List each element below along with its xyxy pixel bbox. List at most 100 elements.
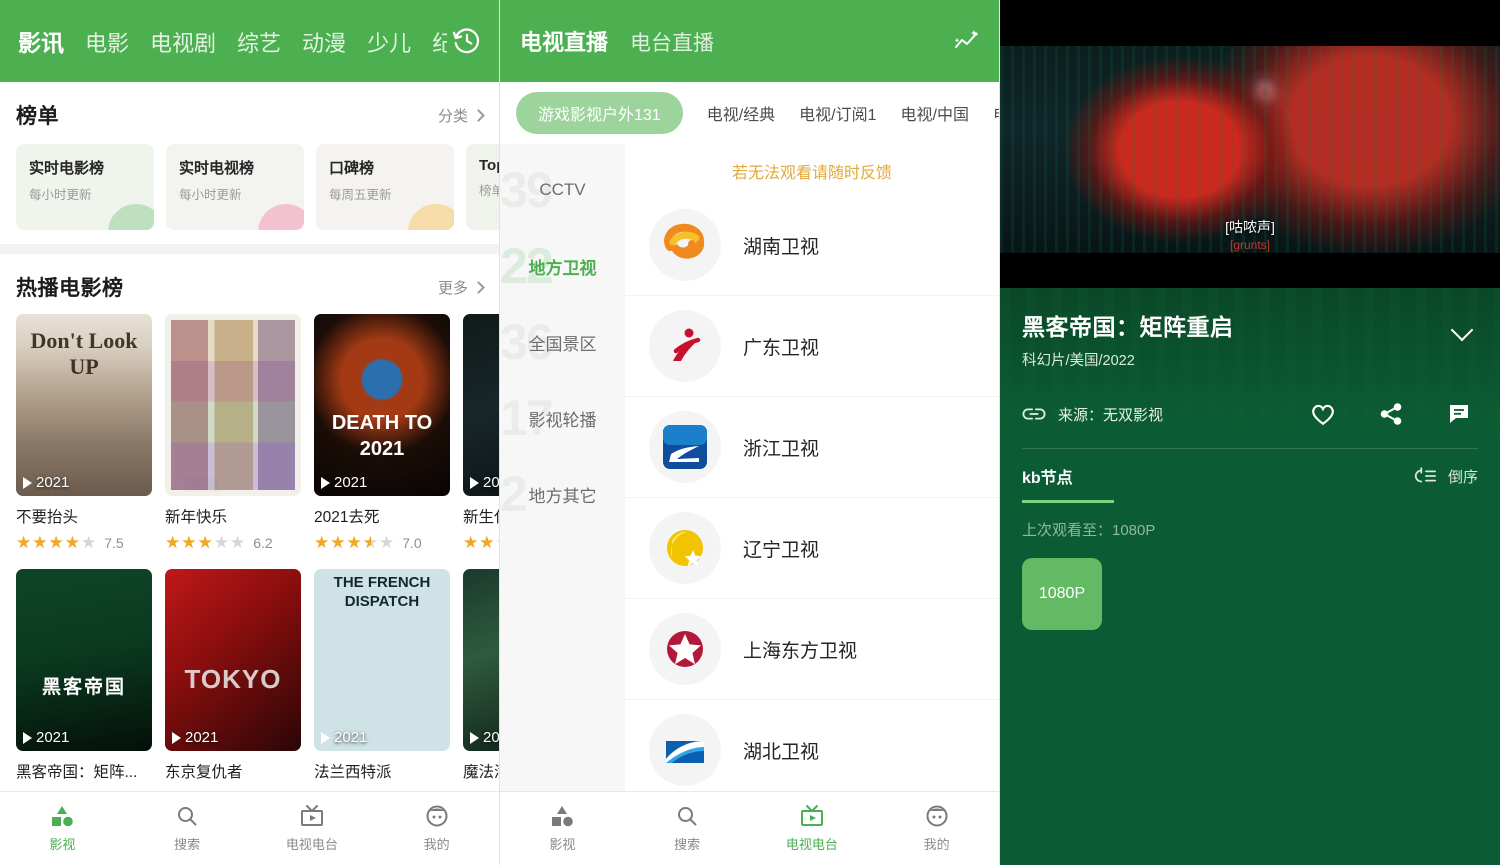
category-item-scenic[interactable]: 36 全国景区 [500,304,625,380]
movie-card[interactable]: 2021 新年快乐 ★★★★★★★★★★ 6.2 [165,314,301,551]
video-surface[interactable]: [咕哝声] [grunts] [1000,0,1500,288]
chip-tv-classic[interactable]: 电视/经典 [707,101,775,125]
category-label: 地方其它 [528,486,597,506]
tabbar-label: 搜索 [174,837,201,852]
rank-section-head: 榜单 分类 [0,100,499,130]
node-tab[interactable]: kb节点 [1022,464,1073,488]
movie-year: 2021 [483,474,499,491]
rank-card-title: 实时电影榜 [29,160,105,177]
player-meta: 科幻片/美国/2022 [1022,353,1135,369]
movie-card[interactable]: 2021 魔法满屋 ★★★★★★★★★★ [463,569,499,791]
nav-item-zongyi[interactable]: 综艺 [237,26,281,58]
chip-game-film-outdoor[interactable]: 游戏影视户外131 [516,92,683,134]
category-sidebar[interactable]: 39 CCTV 22 地方卫视 36 全国景区 17 影视轮播 2 地方其它 [500,144,625,791]
tabbar-item-tv[interactable]: 电视电台 [750,804,875,853]
play-icon [172,476,181,489]
movie-card[interactable]: 2021 东京复仇者 ★★★★★★★★★★ 6.9 [165,569,301,791]
live-tv-tabs: 电视直播 电台直播 [520,25,947,57]
rank-more-button[interactable]: 分类 [438,105,485,126]
rank-card[interactable]: 实时电影榜 每小时更新 [16,144,154,230]
episode-list[interactable]: 1080P [1000,540,1500,630]
heart-icon[interactable] [1310,402,1336,426]
channel-row[interactable]: 广东卫视 [625,296,999,397]
source-info[interactable]: 来源：无双影视 [1022,404,1163,425]
tab-radio-live[interactable]: 电台直播 [630,27,714,57]
channel-row[interactable]: 浙江卫视 [625,397,999,498]
comment-icon[interactable] [1446,402,1472,426]
liaoning-tv-logo [649,512,721,584]
movie-year: 2021 [185,474,219,491]
channel-name: 辽宁卫视 [743,539,820,561]
shapes-icon [552,806,574,827]
movie-year-badge: 2021 [172,729,218,746]
movie-year-badge: 2021 [470,729,499,746]
nav-item-dianying[interactable]: 电影 [85,26,129,58]
category-chip-row[interactable]: 游戏影视户外131 电视/经典 电视/订阅1 电视/中国 电 [500,82,999,144]
chevron-down-icon[interactable] [1450,318,1474,342]
app-root: 影讯 电影 电视剧 综艺 动漫 少儿 纪: 榜单 [0,0,1500,865]
chip-tv-partial[interactable]: 电 [993,101,999,125]
movies-panel: 影讯 电影 电视剧 综艺 动漫 少儿 纪: 榜单 [0,0,500,865]
movie-card[interactable]: 2021 不要抬头 ★★★★★★★★★★ 7.5 [16,314,152,551]
tabbar-item-search[interactable]: 搜索 [625,804,750,853]
movie-title: 新年快乐 [165,509,228,526]
tabbar-item-yingshi[interactable]: 影视 [0,804,125,853]
channel-row[interactable]: 上海东方卫视 [625,599,999,700]
nav-item-jilu[interactable]: 纪: [432,26,447,58]
tabbar-item-mine[interactable]: 我的 [374,804,499,853]
rank-card[interactable]: 口碑榜 每周五更新 [316,144,454,230]
share-icon[interactable] [1378,402,1404,426]
tabbar-item-yingshi[interactable]: 影视 [500,804,625,853]
movie-card[interactable]: 2021 2021去死 ★★★★★★★★★★ 7.0 [314,314,450,551]
nav-item-yingxun[interactable]: 影讯 [18,24,64,58]
movie-card[interactable]: 2021 黑客帝国：矩阵... ★★★★★★★★★★ 5.7 [16,569,152,791]
category-item-cctv[interactable]: 39 CCTV [500,152,625,228]
movie-poster: 2021 [314,314,450,496]
hot-more-button[interactable]: 更多 [438,277,485,298]
chip-tv-subscribe[interactable]: 电视/订阅1 [799,101,876,125]
tabbar-label: 我的 [423,837,450,852]
tabbar-label: 影视 [549,837,576,852]
player-node-row: kb节点 倒序 [1022,449,1478,503]
tabbar-item-mine[interactable]: 我的 [874,804,999,853]
rank-card[interactable]: Top 榜单 [466,144,499,230]
tab-tv-live[interactable]: 电视直播 [520,25,608,57]
player-panel: [咕哝声] [grunts] 黑客帝国：矩阵重启 科幻片/美国/2022 来源：… [1000,0,1500,865]
trending-sparkle-icon[interactable] [947,21,987,61]
nav-item-dongman[interactable]: 动漫 [302,26,346,58]
rank-card[interactable]: 实时电视榜 每小时更新 [166,144,304,230]
nav-item-dianshiju[interactable]: 电视剧 [150,26,216,58]
hunan-tv-logo [649,209,721,281]
movies-scroll[interactable]: 榜单 分类 实时电影榜 每小时更新 实时电视榜 每小时更新 口碑榜 每周五更新 … [0,82,499,791]
rank-card-blob [108,204,154,230]
tv-icon [300,805,323,826]
chip-tv-china[interactable]: 电视/中国 [901,101,969,125]
rank-card-blob [258,204,304,230]
movie-title: 不要抬头 [16,509,79,526]
movie-poster: 2021 [314,569,450,751]
channel-list[interactable]: 若无法观看请随时反馈 湖南卫视 广东卫视 浙江卫视 辽宁卫视 上海东方卫视 湖北… [625,144,999,791]
star-rating: ★★★★★★★★★★ [16,533,98,552]
category-item-local-other[interactable]: 2 地方其它 [500,456,625,532]
movie-card[interactable]: 2021 法兰西特派 ★★★★★★★★★★ 7.8 [314,569,450,791]
rank-card-blob [408,204,454,230]
movie-card[interactable]: 2021 新生代 ★★★★★★★★★★ [463,314,499,551]
channel-row[interactable]: 湖北卫视 [625,700,999,791]
history-icon[interactable] [447,21,487,61]
channel-row[interactable]: 湖南卫视 [625,195,999,296]
subtitle-english: [grunts] [1229,238,1271,252]
letterbox-top [1000,0,1500,46]
episode-button[interactable]: 1080P [1022,558,1102,630]
tabbar-item-search[interactable]: 搜索 [125,804,250,853]
person-icon [426,805,448,827]
channel-name: 浙江卫视 [743,438,820,460]
movies-nav: 影讯 电影 电视剧 综艺 动漫 少儿 纪: [18,24,447,58]
category-item-local-satellite[interactable]: 22 地方卫视 [500,228,625,304]
live-tv-body: 39 CCTV 22 地方卫视 36 全国景区 17 影视轮播 2 地方其它 若… [500,144,999,791]
tabbar-label: 我的 [923,837,950,852]
nav-item-shaoer[interactable]: 少儿 [367,26,411,58]
tabbar-item-tv[interactable]: 电视电台 [250,804,375,853]
category-item-film-rotation[interactable]: 17 影视轮播 [500,380,625,456]
channel-row[interactable]: 辽宁卫视 [625,498,999,599]
sort-toggle[interactable]: 倒序 [1413,466,1478,487]
